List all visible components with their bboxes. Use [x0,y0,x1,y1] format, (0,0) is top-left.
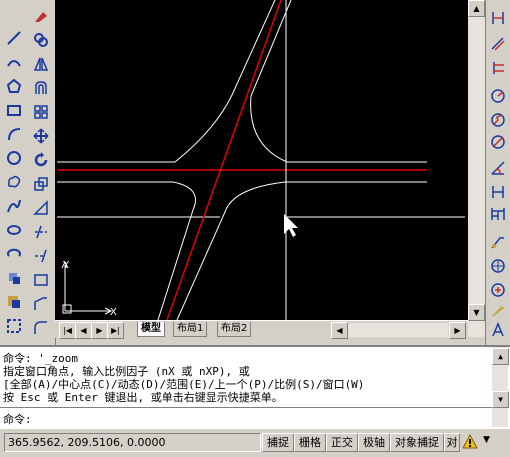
command-scrollbar[interactable]: ▲ ▼ [492,347,509,427]
copy-icon[interactable] [31,30,51,50]
road-edges [57,0,465,320]
erase-icon[interactable] [31,6,51,26]
center-mark-icon[interactable] [488,280,508,300]
command-window: 命令: '_zoom 指定窗口角点, 输入比例因子 (nX 或 nXP), 或 … [0,345,510,429]
polyline-icon[interactable] [4,76,24,96]
vscroll-up-button[interactable]: ▲ [468,0,485,17]
fillet-icon[interactable] [31,318,51,338]
ortho-toggle[interactable]: 正交 [326,433,358,452]
point-icon[interactable] [4,316,24,336]
layout-tab-bar: |◀ ◀ ▶ ▶| 模型 布局1 布局2 ◀ ▶ [55,320,468,339]
centerline-diagonal [166,0,282,320]
road-edge [57,0,276,163]
otrack-toggle[interactable]: 对 [444,433,460,452]
polygon-icon[interactable] [4,100,24,120]
dimedit-icon[interactable] [488,300,508,320]
vscroll-down-button[interactable]: ▼ [468,304,485,321]
dimension-toolbar [485,0,510,345]
command-prompt[interactable]: 命令: [3,411,32,427]
revision-cloud-icon[interactable] [4,196,24,216]
line-icon[interactable] [4,28,24,48]
tab-layout1[interactable]: 布局1 [173,322,208,337]
rotate-icon[interactable] [31,150,51,170]
drawing-canvas[interactable]: Y X [55,0,468,320]
cmd-scroll-up-button[interactable]: ▲ [492,348,509,365]
status-bar: 365.9562, 209.5106, 0.0000 捕捉 栅格 正交 极轴 对… [0,428,510,457]
ellipse-icon[interactable] [4,244,24,264]
ellipse-arc-icon[interactable] [4,268,24,288]
drawing: Y X [57,0,465,320]
ucs-icon [61,260,113,315]
last-tab-button[interactable]: ▶| [107,322,124,339]
mirror-icon[interactable] [31,54,51,74]
polar-toggle[interactable]: 极轴 [358,433,390,452]
command-separator [0,407,492,408]
communication-center-icon[interactable] [462,433,478,450]
extend-icon[interactable] [31,246,51,266]
move-icon[interactable] [31,126,51,146]
arc-icon[interactable] [4,148,24,168]
coordinate-readout: 365.9562, 209.5106, 0.0000 [4,433,261,452]
spline-icon[interactable] [4,220,24,240]
draw-toolbar [0,0,28,345]
join-icon[interactable] [31,294,51,314]
hscroll-track[interactable] [348,323,448,337]
hscroll-left-button[interactable]: ◀ [331,322,348,339]
quick-dim-icon[interactable] [488,182,508,202]
rectangle-icon[interactable] [4,124,24,144]
aligned-dimension-icon[interactable] [488,34,508,54]
jogged-icon[interactable] [488,110,508,130]
road-edge [176,181,427,320]
command-history-line: 按 Esc 或 Enter 键退出, 或单击右键显示快捷菜单。 [3,391,283,404]
modify-toolbar [27,0,56,345]
road-edge [250,0,427,163]
offset-icon[interactable] [31,78,51,98]
dimtedit-icon[interactable] [488,320,508,340]
tolerance-icon[interactable] [488,256,508,276]
angular-icon[interactable] [488,158,508,178]
hscroll-right-button[interactable]: ▶ [449,322,466,339]
insert-block-icon[interactable] [4,292,24,312]
grid-toggle[interactable]: 栅格 [294,433,326,452]
array-icon[interactable] [31,102,51,122]
ucs-x-label: X [110,307,117,318]
diameter-icon[interactable] [488,132,508,152]
next-tab-button[interactable]: ▶ [91,322,108,339]
break-icon[interactable] [31,270,51,290]
baseline-icon[interactable] [488,204,508,224]
radius-icon[interactable] [488,86,508,106]
status-menu-chevron-down-icon[interactable]: ▼ [483,435,490,445]
cmd-scroll-down-button[interactable]: ▼ [492,391,509,408]
linear-dimension-icon[interactable] [488,8,508,28]
circle-icon[interactable] [4,172,24,192]
osnap-toggle[interactable]: 对象捕捉 [390,433,444,452]
ucs-y-label: Y [62,260,70,271]
scale-icon[interactable] [31,174,51,194]
prev-tab-button[interactable]: ◀ [75,322,92,339]
ordinate-icon[interactable] [488,58,508,78]
snap-toggle[interactable]: 捕捉 [262,433,294,452]
tab-model[interactable]: 模型 [137,322,165,337]
leader-icon[interactable] [488,232,508,252]
construction-line-icon[interactable] [4,52,24,72]
first-tab-button[interactable]: |◀ [59,322,76,339]
tab-layout2[interactable]: 布局2 [217,322,252,337]
stretch-icon[interactable] [31,198,51,218]
vertical-scrollbar[interactable]: ▲ ▼ [468,0,485,337]
trim-icon[interactable] [31,222,51,242]
